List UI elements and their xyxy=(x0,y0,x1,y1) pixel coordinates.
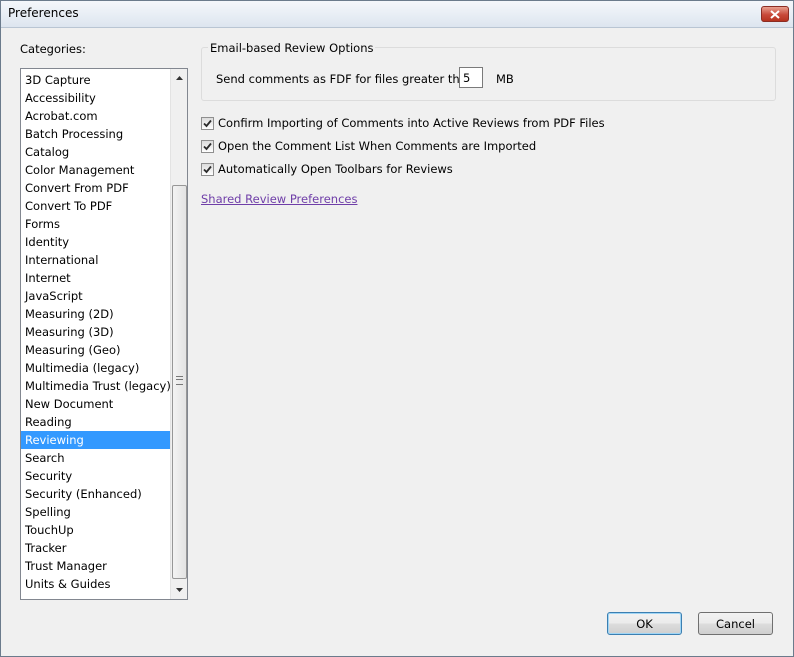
close-icon xyxy=(770,9,780,19)
confirm-importing-checkbox[interactable] xyxy=(201,116,214,130)
category-item[interactable]: Batch Processing xyxy=(21,125,170,143)
open-toolbars-checkbox[interactable] xyxy=(201,162,214,176)
fdf-size-label: Send comments as FDF for files greater t… xyxy=(216,72,474,86)
category-item[interactable]: Multimedia Trust (legacy) xyxy=(21,377,171,395)
email-review-group: Email-based Review Options Send comments… xyxy=(201,41,776,101)
category-item[interactable]: Spelling xyxy=(21,503,170,521)
category-item[interactable]: Convert From PDF xyxy=(21,179,170,197)
category-item[interactable]: Measuring (Geo) xyxy=(21,341,170,359)
scroll-up-button[interactable] xyxy=(171,70,187,86)
arrow-up-icon xyxy=(175,76,183,80)
category-item[interactable]: Trust Manager xyxy=(21,557,170,575)
category-item[interactable]: Reading xyxy=(21,413,170,431)
shared-review-preferences-link[interactable]: Shared Review Preferences xyxy=(201,192,357,206)
cancel-button[interactable]: Cancel xyxy=(698,612,773,635)
open-toolbars-option[interactable]: Automatically Open Toolbars for Reviews xyxy=(201,162,453,176)
category-item[interactable]: Convert To PDF xyxy=(21,197,170,215)
open-toolbars-label: Automatically Open Toolbars for Reviews xyxy=(218,162,453,176)
category-item[interactable]: Measuring (2D) xyxy=(21,305,170,323)
category-item[interactable]: 3D Capture xyxy=(21,71,170,89)
category-item[interactable]: TouchUp xyxy=(21,521,170,539)
checkmark-icon xyxy=(203,165,212,173)
category-item[interactable]: Units & Guides xyxy=(21,575,170,593)
category-item[interactable]: Multimedia (legacy) xyxy=(21,359,170,377)
scroll-thumb[interactable] xyxy=(172,185,187,579)
scroll-down-button[interactable] xyxy=(171,582,187,598)
category-item[interactable]: Forms xyxy=(21,215,170,233)
category-item[interactable]: Acrobat.com xyxy=(21,107,170,125)
category-item[interactable]: JavaScript xyxy=(21,287,170,305)
category-item[interactable]: Measuring (3D) xyxy=(21,323,170,341)
category-item[interactable]: Search xyxy=(21,449,170,467)
categories-scrollbar[interactable] xyxy=(170,69,187,599)
category-item[interactable]: Tracker xyxy=(21,539,170,557)
open-comment-list-label: Open the Comment List When Comments are … xyxy=(218,139,537,153)
category-item[interactable]: Accessibility xyxy=(21,89,170,107)
arrow-down-icon xyxy=(175,588,183,592)
category-item[interactable]: Reviewing xyxy=(21,431,170,449)
categories-items: 3D Capture Accessibility Acrobat.com Batch … xyxy=(21,71,171,593)
category-item[interactable]: New Document xyxy=(21,395,170,413)
category-item[interactable]: Color Management xyxy=(21,161,170,179)
title-bar[interactable]: Preferences xyxy=(1,1,793,28)
window-title: Preferences xyxy=(8,6,79,20)
categories-label: Categories: xyxy=(20,42,86,56)
fdf-size-input[interactable] xyxy=(459,67,483,88)
confirm-importing-option[interactable]: Confirm Importing of Comments into Activ… xyxy=(201,116,605,130)
close-button[interactable] xyxy=(761,6,789,22)
ok-button[interactable]: OK xyxy=(607,612,682,635)
category-item[interactable]: Internet xyxy=(21,269,170,287)
category-item[interactable]: International xyxy=(21,251,170,269)
categories-list[interactable]: 3D Capture Accessibility Acrobat.com Batch … xyxy=(20,68,188,600)
category-item[interactable]: Security (Enhanced) xyxy=(21,485,170,503)
category-item[interactable]: Identity xyxy=(21,233,170,251)
email-review-group-title: Email-based Review Options xyxy=(208,41,376,55)
fdf-size-unit: MB xyxy=(496,72,514,86)
open-comment-list-option[interactable]: Open the Comment List When Comments are … xyxy=(201,139,536,153)
category-item[interactable]: Catalog xyxy=(21,143,170,161)
open-comment-list-checkbox[interactable] xyxy=(201,139,214,153)
category-item[interactable]: Security xyxy=(21,467,170,485)
preferences-dialog: Preferences Categories: 3D Capture Access… xyxy=(0,0,794,657)
checkmark-icon xyxy=(203,119,212,127)
checkmark-icon xyxy=(203,142,212,150)
grip-icon xyxy=(176,376,183,385)
confirm-importing-label: Confirm Importing of Comments into Activ… xyxy=(218,116,605,130)
